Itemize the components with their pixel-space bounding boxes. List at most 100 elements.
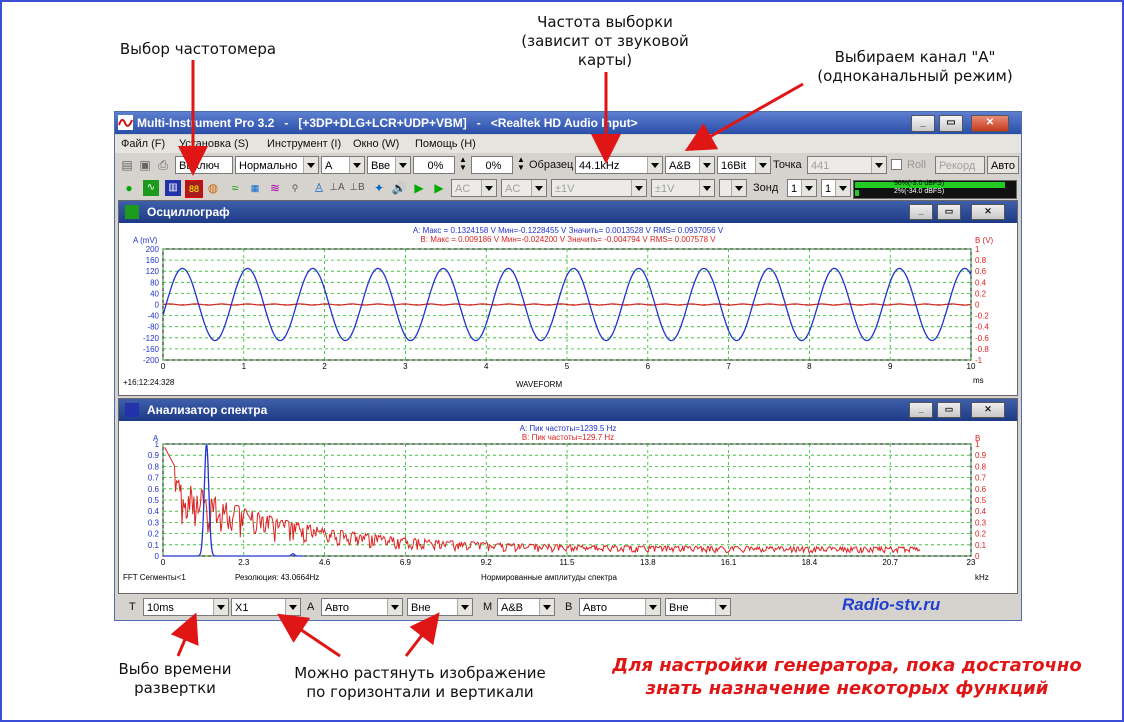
dds-icon[interactable]: ▦ [247,180,263,196]
spec-x-tick: 6.9 [400,558,412,567]
trigger-mode-select[interactable]: Нормально [235,156,319,174]
m-mode-select[interactable]: A&B [497,598,555,616]
osc-x-tick: 1 [242,362,247,371]
cursor-b-icon[interactable]: ⊥B [349,180,365,196]
range-extra-select[interactable] [719,179,747,197]
zoom-select[interactable]: X1 [231,598,301,616]
spec-y-tick-right: 0.7 [975,474,987,483]
osc-y-tick-left: -80 [147,323,159,332]
oscilloscope-header: Осциллограф _ ▭ ✕ [119,201,1017,223]
osc-x-tick: 4 [484,362,489,371]
spec-close-icon[interactable]: ✕ [971,402,1005,418]
spec-x-tick: 13.8 [640,558,656,567]
menu-file[interactable]: Файл (F) [121,138,165,150]
play-icon[interactable]: ▶ [411,180,427,196]
coupling-a-select[interactable]: AC [451,179,497,197]
range-b-select[interactable]: ±1V [651,179,715,197]
play-loop-icon[interactable]: ▶ [431,180,447,196]
spectrum-panel: Анализатор спектра _ ▭ ✕ A: Пик частоты=… [118,398,1018,594]
phase-plot-icon[interactable]: ◍ [205,180,221,196]
osc-x-tick: 6 [646,362,651,371]
osc-y-tick-left: -160 [143,345,160,354]
spectrum-header: Анализатор спектра _ ▭ ✕ [119,399,1017,421]
osc-y-tick-right: 0.2 [975,289,987,298]
osc-y-tick-right: -1 [975,356,983,365]
osc-minimize-icon[interactable]: _ [909,204,933,220]
app-window: Multi-Instrument Pro 3.2 - [+3DP+DLG+LCR… [114,111,1022,621]
speaker-icon[interactable]: 🔊 [391,180,407,196]
osc-y-tick-left: -200 [143,356,160,365]
probe-b-select[interactable]: 1 [821,179,851,197]
timebase-select[interactable]: 10ms [143,598,229,616]
spec-y-tick-right: 0.1 [975,541,987,550]
osc-y-tick-right: -0.2 [975,312,989,321]
tool-icon[interactable]: ✦ [371,180,387,196]
menu-window[interactable]: Окно (W) [353,138,399,150]
a-scale-select[interactable]: Авто [321,598,403,616]
probe-a-select[interactable]: 1 [787,179,817,197]
roll-label: Roll [907,159,926,171]
a-trigger-select[interactable]: Вне [407,598,473,616]
trigger-channel-select[interactable]: А [321,156,365,174]
spec-restore-icon[interactable]: ▭ [937,402,961,418]
oscilloscope-panel: Осциллограф _ ▭ ✕ A: Макс = 0.1324158 V … [118,200,1018,396]
spec-minimize-icon[interactable]: _ [909,402,933,418]
trigger-level-input[interactable]: 0% [413,156,455,174]
menu-help[interactable]: Помощь (H) [415,138,476,150]
close-icon[interactable]: ✕ [971,115,1009,132]
osc-ylabel-b: B (V) [975,236,994,245]
spectrum-plot[interactable]: A: Пик частоты=1239.5 Hz B: Пик частоты=… [119,422,1017,593]
oscilloscope-icon[interactable]: ∿ [143,180,159,196]
spec-y-tick-left: 0.3 [148,518,160,527]
trigger-edge-select[interactable]: Вве [367,156,411,174]
bit-depth-select[interactable]: 16Bit [717,156,771,174]
spec-y-tick-right: 0.8 [975,462,987,471]
osc-y-tick-left: 0 [155,301,160,310]
osc-restore-icon[interactable]: ▭ [937,204,961,220]
channel-mode-select[interactable]: A&B [665,156,715,174]
record-button[interactable]: Рекорд [935,156,985,174]
run-state-select[interactable]: Выключ [175,156,233,174]
signal-generator-icon[interactable]: ≈ [227,180,243,196]
open-icon[interactable]: ▤ [119,157,135,173]
osc-y-tick-right: -0.8 [975,345,989,354]
frequency-counter-icon[interactable]: 88 [185,180,203,198]
level-spinner-icon[interactable]: ▲ ▼ [455,156,471,172]
b-scale-select[interactable]: Авто [579,598,661,616]
save-icon[interactable]: ▣ [137,157,153,173]
start-icon[interactable]: ● [121,180,137,196]
spectrum-panel-icon [125,403,139,417]
annotation-stretch: Можно растянуть изображение по горизонтал… [294,664,546,701]
level-text-b: 2%(-34.0 dBFS) [894,188,945,195]
cursor-a-icon[interactable]: ⊥A [329,180,345,196]
sweep-icon[interactable]: ≋ [267,180,283,196]
pretrigger-input[interactable]: 0% [471,156,513,174]
menu-instrument[interactable]: Инструмент (I) [267,138,341,150]
osc-y-tick-right: -0.4 [975,323,989,332]
osc-stats-b: B: Макс = 0.009186 V Мин=-0.024200 V Зна… [420,235,716,244]
calibrate-icon[interactable]: ♙ [311,180,327,196]
b-trigger-select[interactable]: Вне [665,598,731,616]
oscilloscope-plot[interactable]: A: Макс = 0.1324158 V Мин=-0.1228455 V З… [119,224,1017,395]
menu-settings[interactable]: Установка (S) [179,138,249,150]
app-icon [118,115,133,130]
osc-close-icon[interactable]: ✕ [971,204,1005,220]
coupling-b-select[interactable]: AC [501,179,547,197]
spec-x-tick: 9.2 [481,558,493,567]
annotation-sample-rate: Частота выборки (зависит от звуковой карты… [521,13,689,69]
sample-rate-select[interactable]: 44.1kHz [575,156,663,174]
maximize-icon[interactable]: ▭ [939,115,963,132]
range-a-select[interactable]: ±1V [551,179,647,197]
auto-button[interactable]: Авто [987,156,1019,174]
roll-checkbox[interactable] [891,159,902,170]
minimize-icon[interactable]: _ [911,115,935,132]
osc-y-tick-right: 0.6 [975,267,987,276]
pretrigger-spinner-icon[interactable]: ▲ ▼ [513,156,529,172]
spectrum-icon[interactable]: ▥ [165,180,181,196]
device-test-icon[interactable]: ⚲ [287,180,303,196]
spec-fft-info: FFT Сегменты<1 [123,573,186,582]
spec-y-tick-left: 0.4 [148,507,160,516]
points-select[interactable]: 441 [807,156,887,174]
print-icon[interactable]: ⎙ [155,157,171,173]
osc-stats-a: A: Макс = 0.1324158 V Мин=-0.1228455 V З… [413,226,724,235]
